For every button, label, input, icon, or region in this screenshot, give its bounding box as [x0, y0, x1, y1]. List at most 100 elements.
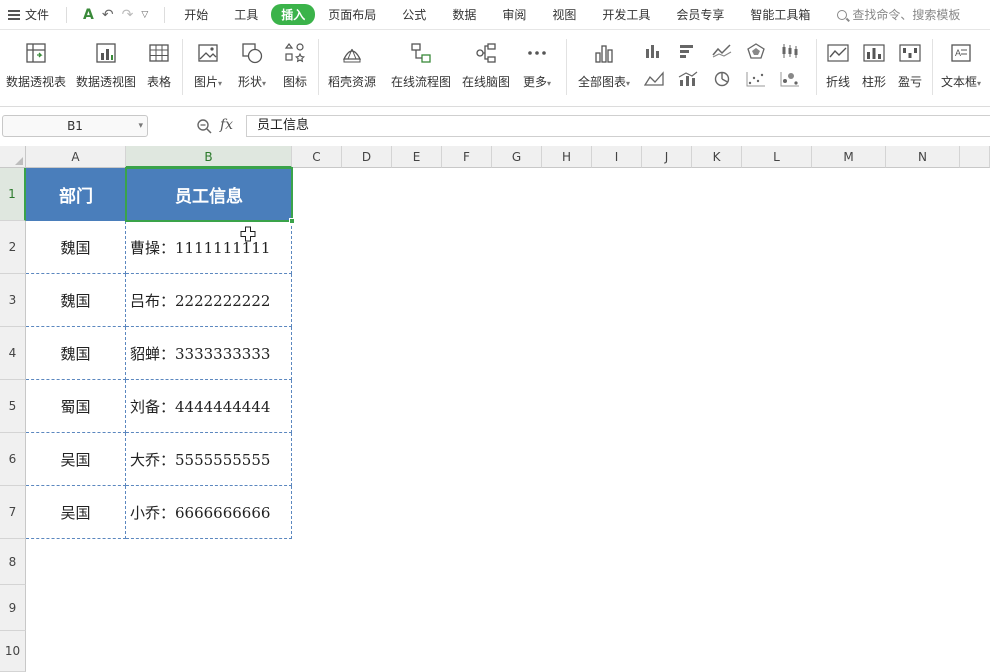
tab-view[interactable]: 视图	[539, 6, 589, 23]
row-header-8[interactable]: 8	[0, 539, 26, 585]
cell-b2[interactable]: 曹操：1111111111	[126, 221, 292, 274]
spreadsheet-grid[interactable]: A B C D E F G H I J K L M N 1 2 3 4 5 6 …	[0, 146, 990, 672]
sparkline-column-button[interactable]: 柱形	[858, 41, 890, 90]
format-painter-icon[interactable]: A	[83, 7, 94, 23]
tab-data[interactable]: 数据	[439, 6, 489, 23]
undo-icon[interactable]: ↶	[102, 7, 114, 23]
column-header-f[interactable]: F	[442, 146, 492, 168]
more-button[interactable]: 更多▾	[518, 41, 556, 90]
ribbon-insert: 数据透视表 数据透视图 表格 图片▾ 形状▾ 图标 稻壳资源 在线流程图 在线脑…	[0, 31, 990, 107]
area-chart-icon[interactable]	[644, 71, 664, 87]
tab-member[interactable]: 会员专享	[663, 6, 737, 23]
file-menu[interactable]: 文件	[0, 6, 60, 23]
column-header-h[interactable]: H	[542, 146, 592, 168]
cell-a4[interactable]: 魏国	[26, 327, 126, 380]
column-header-n[interactable]: N	[886, 146, 960, 168]
select-all-corner[interactable]	[0, 146, 26, 168]
flowchart-button[interactable]: 在线流程图	[390, 41, 452, 90]
tab-page-layout[interactable]: 页面布局	[315, 6, 389, 23]
sparkline-line-button[interactable]: 折线	[822, 41, 854, 90]
table-button[interactable]: 表格	[144, 41, 174, 90]
column-header-c[interactable]: C	[292, 146, 342, 168]
divider	[164, 6, 166, 23]
icon-library-icon	[284, 43, 305, 63]
column-header-o[interactable]	[960, 146, 990, 168]
stock-chart-icon[interactable]	[780, 43, 800, 59]
cell-b1[interactable]: 员工信息	[126, 168, 292, 221]
column-header-a[interactable]: A	[26, 146, 126, 168]
name-box-value: B1	[67, 119, 83, 133]
row-header-3[interactable]: 3	[0, 274, 26, 327]
cell-a6[interactable]: 吴国	[26, 433, 126, 486]
cell-b6[interactable]: 大乔：5555555555	[126, 433, 292, 486]
combo-chart-icon[interactable]	[678, 71, 698, 87]
bubble-chart-icon[interactable]	[780, 71, 800, 87]
mindmap-button[interactable]: 在线脑图	[460, 41, 512, 90]
sparkline-line-icon	[827, 44, 849, 62]
cell-a1[interactable]: 部门	[26, 168, 126, 221]
column-header-m[interactable]: M	[812, 146, 886, 168]
row-header-1[interactable]: 1	[0, 168, 26, 221]
column-header-k[interactable]: K	[692, 146, 742, 168]
column-header-b[interactable]: B	[126, 146, 292, 168]
picture-button[interactable]: 图片▾	[190, 41, 226, 90]
divider	[66, 6, 67, 23]
chevron-down-icon: ▾	[626, 79, 631, 88]
formula-input[interactable]: 员工信息	[246, 115, 990, 137]
row-header-7[interactable]: 7	[0, 486, 26, 539]
tab-formulas[interactable]: 公式	[389, 6, 439, 23]
resources-button[interactable]: 稻壳资源	[326, 41, 378, 90]
column-header-d[interactable]: D	[342, 146, 392, 168]
tab-home[interactable]: 开始	[171, 6, 221, 23]
column-header-e[interactable]: E	[392, 146, 442, 168]
cell-b7[interactable]: 小乔：6666666666	[126, 486, 292, 539]
cell-b4[interactable]: 貂蝉：3333333333	[126, 327, 292, 380]
menu-bar: 文件 A ↶ ↷ ▽ 开始 工具 插入 页面布局 公式 数据 审阅 视图 开发工…	[0, 0, 990, 30]
command-search[interactable]: 查找命令、搜索模板	[837, 6, 960, 23]
row-header-10[interactable]: 10	[0, 631, 26, 672]
sparkline-winloss-button[interactable]: 盈亏	[894, 41, 926, 90]
column-header-i[interactable]: I	[592, 146, 642, 168]
shape-button[interactable]: 形状▾	[234, 41, 270, 90]
chevron-down-icon: ▾	[977, 79, 982, 88]
cell-a7[interactable]: 吴国	[26, 486, 126, 539]
pie-chart-icon[interactable]	[712, 71, 732, 87]
customize-dropdown-icon[interactable]: ▽	[141, 10, 148, 20]
row-header-9[interactable]: 9	[0, 585, 26, 631]
cell-a2[interactable]: 魏国	[26, 221, 126, 274]
row-header-5[interactable]: 5	[0, 380, 26, 433]
column-header-l[interactable]: L	[742, 146, 812, 168]
name-box[interactable]: B1 ▾	[2, 115, 148, 137]
function-icon[interactable]: fx	[220, 117, 233, 133]
radar-chart-icon[interactable]	[746, 43, 766, 59]
line-chart-icon[interactable]	[712, 43, 732, 59]
all-charts-button[interactable]: 全部图表▾	[574, 41, 634, 90]
row-header-2[interactable]: 2	[0, 221, 26, 274]
column-chart-icon[interactable]	[644, 43, 664, 59]
tab-tools[interactable]: 工具	[221, 6, 271, 23]
icon-button[interactable]: 图标	[280, 41, 310, 90]
scatter-chart-icon[interactable]	[746, 71, 766, 87]
chevron-down-icon[interactable]: ▾	[138, 116, 143, 136]
shape-label-wrap: 形状▾	[238, 73, 266, 90]
bar-horizontal-icon[interactable]	[678, 43, 698, 59]
pivot-chart-label: 数据透视图	[75, 75, 136, 89]
tab-smart-toolbox[interactable]: 智能工具箱	[737, 6, 823, 23]
row-header-6[interactable]: 6	[0, 433, 26, 486]
tab-developer[interactable]: 开发工具	[589, 6, 663, 23]
file-menu-label: 文件	[25, 8, 50, 22]
pivot-table-button[interactable]: 数据透视表	[4, 41, 68, 90]
cell-b3[interactable]: 吕布：2222222222	[126, 274, 292, 327]
redo-icon[interactable]: ↷	[122, 7, 134, 23]
textbox-button[interactable]: A 文本框▾	[938, 41, 984, 90]
column-header-j[interactable]: J	[642, 146, 692, 168]
pivot-chart-button[interactable]: 数据透视图	[74, 41, 138, 90]
tab-review[interactable]: 审阅	[489, 6, 539, 23]
row-header-4[interactable]: 4	[0, 327, 26, 380]
column-header-g[interactable]: G	[492, 146, 542, 168]
cell-b5[interactable]: 刘备：4444444444	[126, 380, 292, 433]
zoom-icon[interactable]	[196, 118, 212, 134]
cell-a5[interactable]: 蜀国	[26, 380, 126, 433]
tab-insert[interactable]: 插入	[271, 4, 316, 25]
cell-a3[interactable]: 魏国	[26, 274, 126, 327]
